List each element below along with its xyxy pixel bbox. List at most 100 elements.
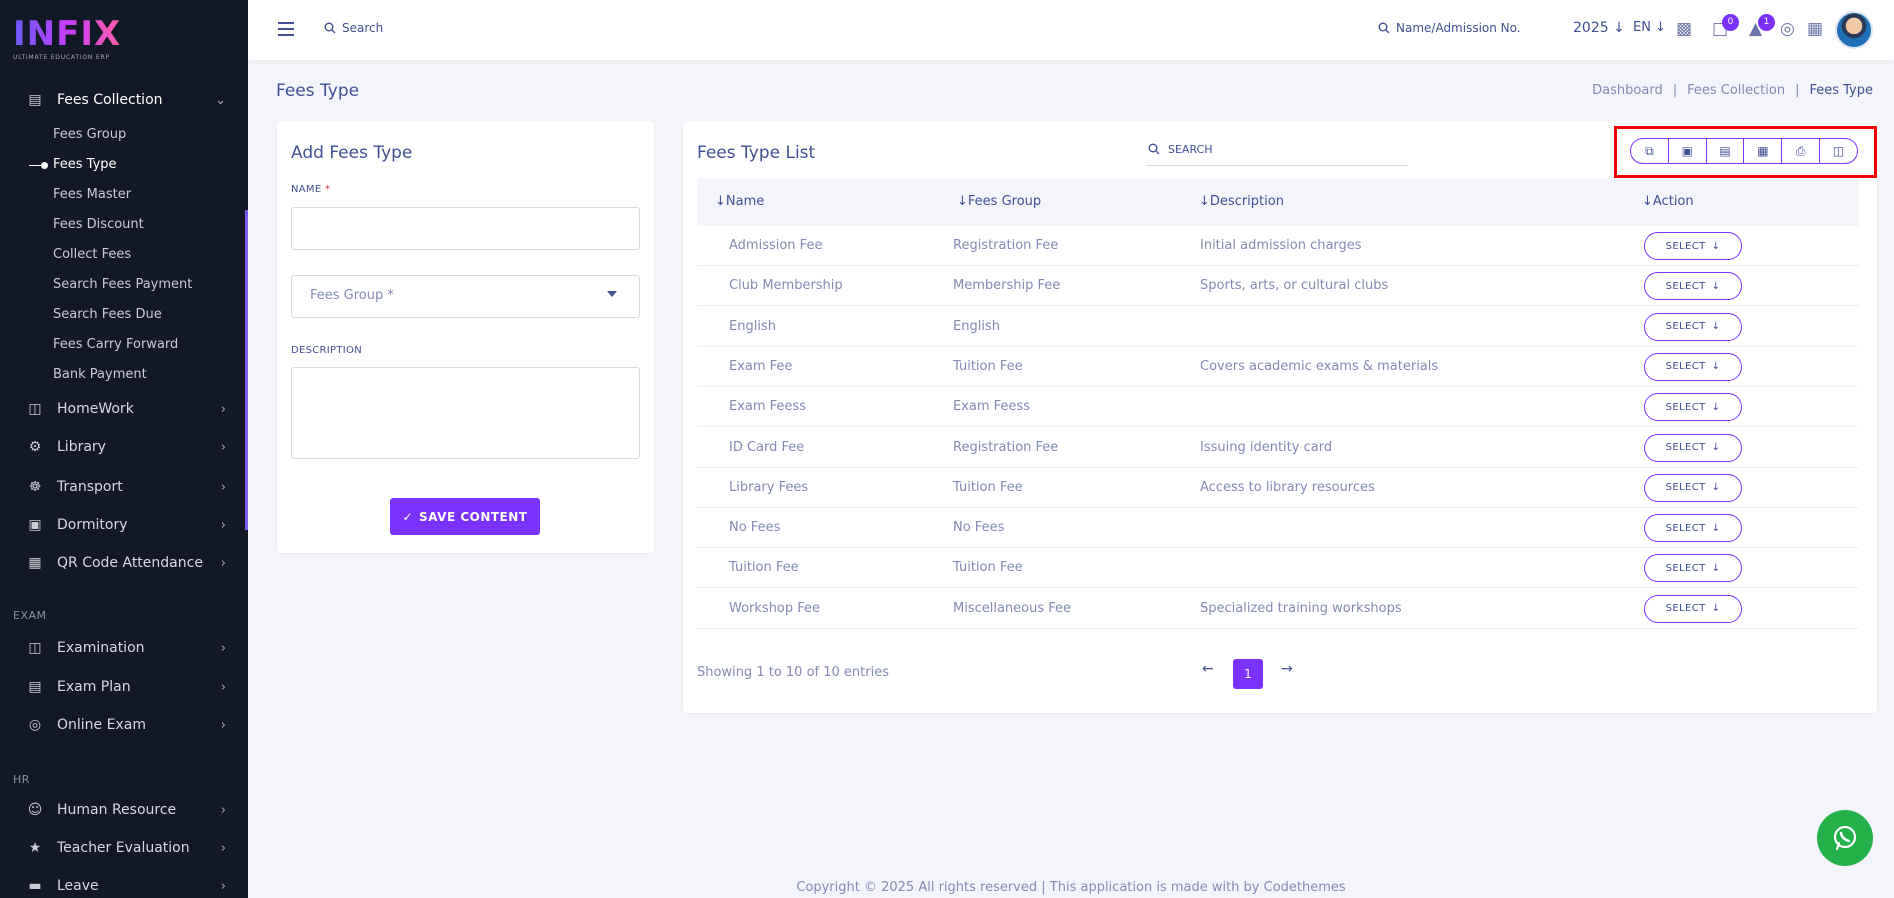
select-label: SELECT	[1665, 442, 1706, 453]
select-button[interactable]: SELECT ↓	[1644, 352, 1742, 381]
notification-badge: 1	[1758, 14, 1775, 31]
sidebar-item-homework[interactable]: ◫ HomeWork ›	[0, 394, 248, 424]
column-header-fees-group[interactable]: ↓Fees Group	[957, 194, 1041, 209]
select-button[interactable]: SELECT ↓	[1644, 473, 1742, 502]
sidebar-subitem-search-fees-due[interactable]: Search Fees Due	[53, 307, 162, 322]
chevron-right-icon: ›	[220, 717, 226, 733]
language-selector[interactable]: EN ↓	[1633, 20, 1666, 35]
sidebar-item-exam-plan[interactable]: ▤ Exam Plan ›	[0, 672, 248, 702]
csv-button[interactable]: ▤	[1707, 139, 1745, 163]
caret-down-icon	[607, 291, 617, 297]
select-button[interactable]: SELECT ↓	[1644, 554, 1742, 583]
breadcrumb-dashboard[interactable]: Dashboard	[1592, 83, 1663, 98]
arrow-down-icon: ↓	[1613, 20, 1625, 36]
select-button[interactable]: SELECT ↓	[1644, 514, 1742, 543]
breadcrumb-fees-collection[interactable]: Fees Collection	[1687, 83, 1785, 98]
sidebar-subitem-search-fees-payment[interactable]: Search Fees Payment	[53, 277, 192, 292]
sidebar-item-transport[interactable]: ☸ Transport ›	[0, 472, 248, 502]
excel-button[interactable]: ▣	[1669, 139, 1707, 163]
sidebar-item-label: Dormitory	[57, 517, 128, 533]
arrow-down-icon: ↓	[1711, 361, 1721, 373]
logo-text: INFIX	[13, 14, 122, 54]
sidebar-subitem-bank-payment[interactable]: Bank Payment	[53, 367, 147, 382]
sidebar-item-qr-code-attendance[interactable]: ▦ QR Code Attendance ›	[0, 548, 248, 578]
next-page-icon[interactable]: →	[1281, 661, 1293, 677]
sidebar-item-library[interactable]: ⚙ Library ›	[0, 432, 248, 462]
sidebar-subitem-fees-carry-forward[interactable]: Fees Carry Forward	[53, 337, 178, 352]
logo[interactable]: INFIX ULTIMATE EDUCATION ERP	[13, 16, 123, 66]
name-admission-search-input[interactable]: Name/Admission No.	[1378, 21, 1521, 35]
pdf-button[interactable]: ▦	[1744, 139, 1783, 163]
select-label: SELECT	[1665, 321, 1706, 333]
sidebar-item-label: Examination	[57, 640, 145, 656]
menu-toggle-icon[interactable]	[278, 22, 294, 36]
select-button[interactable]: SELECT ↓	[1644, 232, 1742, 260]
cell-fees-group: Miscellaneous Fee	[953, 600, 1072, 616]
arrow-down-icon: ↓	[1711, 603, 1721, 615]
cell-name: ID Card Fee	[729, 439, 805, 455]
star-icon: ★	[28, 840, 42, 856]
column-header-action[interactable]: ↓Action	[1642, 194, 1694, 209]
cell-fees-group: Registration Fee	[953, 238, 1059, 253]
chevron-down-icon: ⌄	[215, 92, 226, 108]
qr-icon: ▦	[28, 555, 42, 571]
sidebar-subitem-fees-type[interactable]: Fees Type	[29, 157, 117, 172]
year-value: 2025	[1573, 20, 1609, 36]
sidebar-item-online-exam[interactable]: ◎ Online Exam ›	[0, 710, 248, 740]
sidebar-item-teacher-evaluation[interactable]: ★ Teacher Evaluation ›	[0, 833, 248, 863]
fees-group-select[interactable]: Fees Group *	[291, 275, 640, 318]
name-label: NAME *	[291, 184, 330, 195]
cell-description: Covers academic exams & materials	[1200, 358, 1439, 374]
arrow-down-icon: ↓	[1711, 562, 1721, 574]
cell-name: Exam Fee	[729, 358, 793, 374]
breadcrumb: Dashboard | Fees Collection | Fees Type	[1592, 83, 1873, 98]
column-visibility-button[interactable]: ◫	[1820, 139, 1857, 163]
bus-icon: ☸	[28, 479, 42, 495]
sidebar: INFIX ULTIMATE EDUCATION ERP ▤ Fees Coll…	[0, 0, 248, 898]
select-button[interactable]: SELECT ↓	[1644, 272, 1742, 301]
page-number-button[interactable]: 1	[1233, 659, 1263, 689]
globe-icon: ◎	[28, 717, 42, 733]
column-label: Description	[1209, 194, 1284, 209]
year-selector[interactable]: 2025 ↓	[1573, 20, 1625, 36]
select-button[interactable]: SELECT ↓	[1644, 393, 1742, 422]
analytics-icon[interactable]: ▦	[1807, 19, 1823, 39]
sidebar-subitem-fees-group[interactable]: Fees Group	[53, 127, 126, 142]
list-search-input[interactable]: SEARCH	[1146, 133, 1408, 166]
copy-button[interactable]: ⧉	[1631, 139, 1669, 163]
cell-fees-group: Tuition Fee	[953, 560, 1023, 576]
sidebar-subitem-collect-fees[interactable]: Collect Fees	[53, 247, 131, 262]
print-button[interactable]: ⎙	[1782, 139, 1821, 163]
table-row: Workshop Fee Miscellaneous Fee Specialized…	[697, 589, 1859, 629]
excel-icon: ▣	[1681, 144, 1693, 158]
cell-description: Access to library resources	[1200, 479, 1375, 495]
whatsapp-button[interactable]	[1817, 810, 1873, 866]
column-header-description[interactable]: ↓Description	[1199, 194, 1284, 209]
fees-icon: ▤	[28, 92, 42, 108]
sort-icon: ↓	[957, 194, 968, 209]
robot-icon[interactable]: ▩	[1676, 19, 1692, 39]
name-input[interactable]	[291, 207, 640, 250]
select-label: SELECT	[1665, 562, 1706, 574]
select-button[interactable]: SELECT ↓	[1644, 312, 1742, 341]
column-header-name[interactable]: ↓Name	[715, 194, 764, 209]
sidebar-item-leave[interactable]: ▬ Leave ›	[0, 871, 248, 898]
description-label: DESCRIPTION	[291, 345, 362, 356]
sidebar-item-examination[interactable]: ◫ Examination ›	[0, 633, 248, 663]
select-button[interactable]: SELECT ↓	[1644, 594, 1742, 623]
sidebar-item-human-resource[interactable]: ☺ Human Resource ›	[0, 795, 248, 825]
sidebar-item-fees-collection[interactable]: ▤ Fees Collection ⌄	[0, 85, 248, 115]
sidebar-subitem-fees-discount[interactable]: Fees Discount	[53, 217, 144, 232]
topbar: Search Name/Admission No. 2025 ↓ EN ↓ ▩ …	[248, 0, 1894, 60]
previous-page-icon[interactable]: ←	[1202, 661, 1214, 677]
select-button[interactable]: SELECT ↓	[1644, 433, 1742, 462]
description-textarea[interactable]	[291, 367, 640, 459]
cell-fees-group: Membership Fee	[953, 278, 1061, 294]
sidebar-subitem-fees-master[interactable]: Fees Master	[53, 187, 131, 202]
top-search-input[interactable]: Search	[324, 21, 383, 35]
sidebar-item-dormitory[interactable]: ▣ Dormitory ›	[0, 510, 248, 540]
avatar[interactable]	[1835, 11, 1873, 49]
cell-description: Sports, arts, or cultural clubs	[1200, 278, 1389, 294]
globe-icon[interactable]: ◎	[1780, 19, 1795, 39]
save-content-button[interactable]: ✓ SAVE CONTENT	[390, 498, 540, 535]
